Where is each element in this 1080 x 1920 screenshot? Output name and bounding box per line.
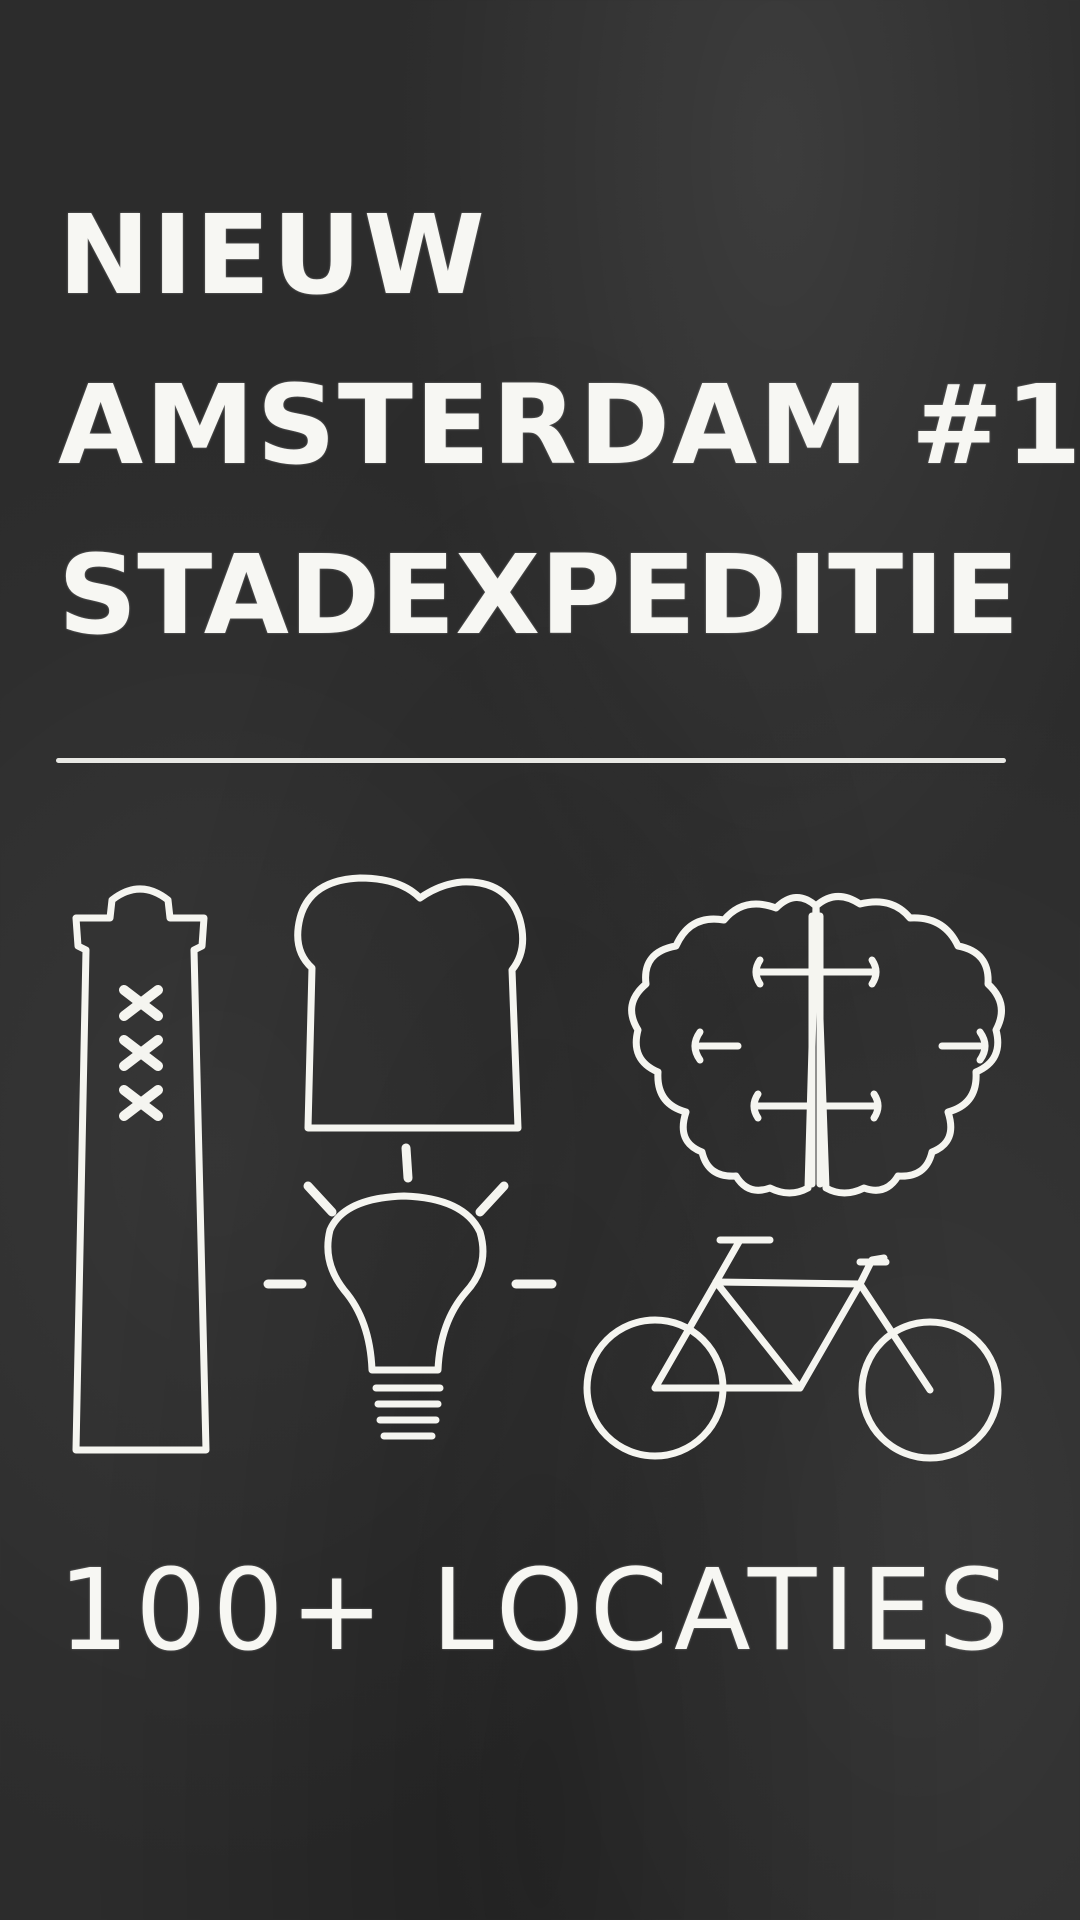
lightbulb-icon (263, 1143, 557, 1440)
splash-screen: { "title": { "line1": "NIEUW", "line2": … (0, 0, 1080, 1920)
brain-icon (628, 893, 1005, 1197)
amsterdammertje-bollard-icon (72, 885, 210, 1454)
bread-icon (294, 874, 527, 1132)
bicycle-icon (583, 1236, 1002, 1462)
footer-locations-count: 100+ LOCATIES (58, 1546, 1016, 1676)
